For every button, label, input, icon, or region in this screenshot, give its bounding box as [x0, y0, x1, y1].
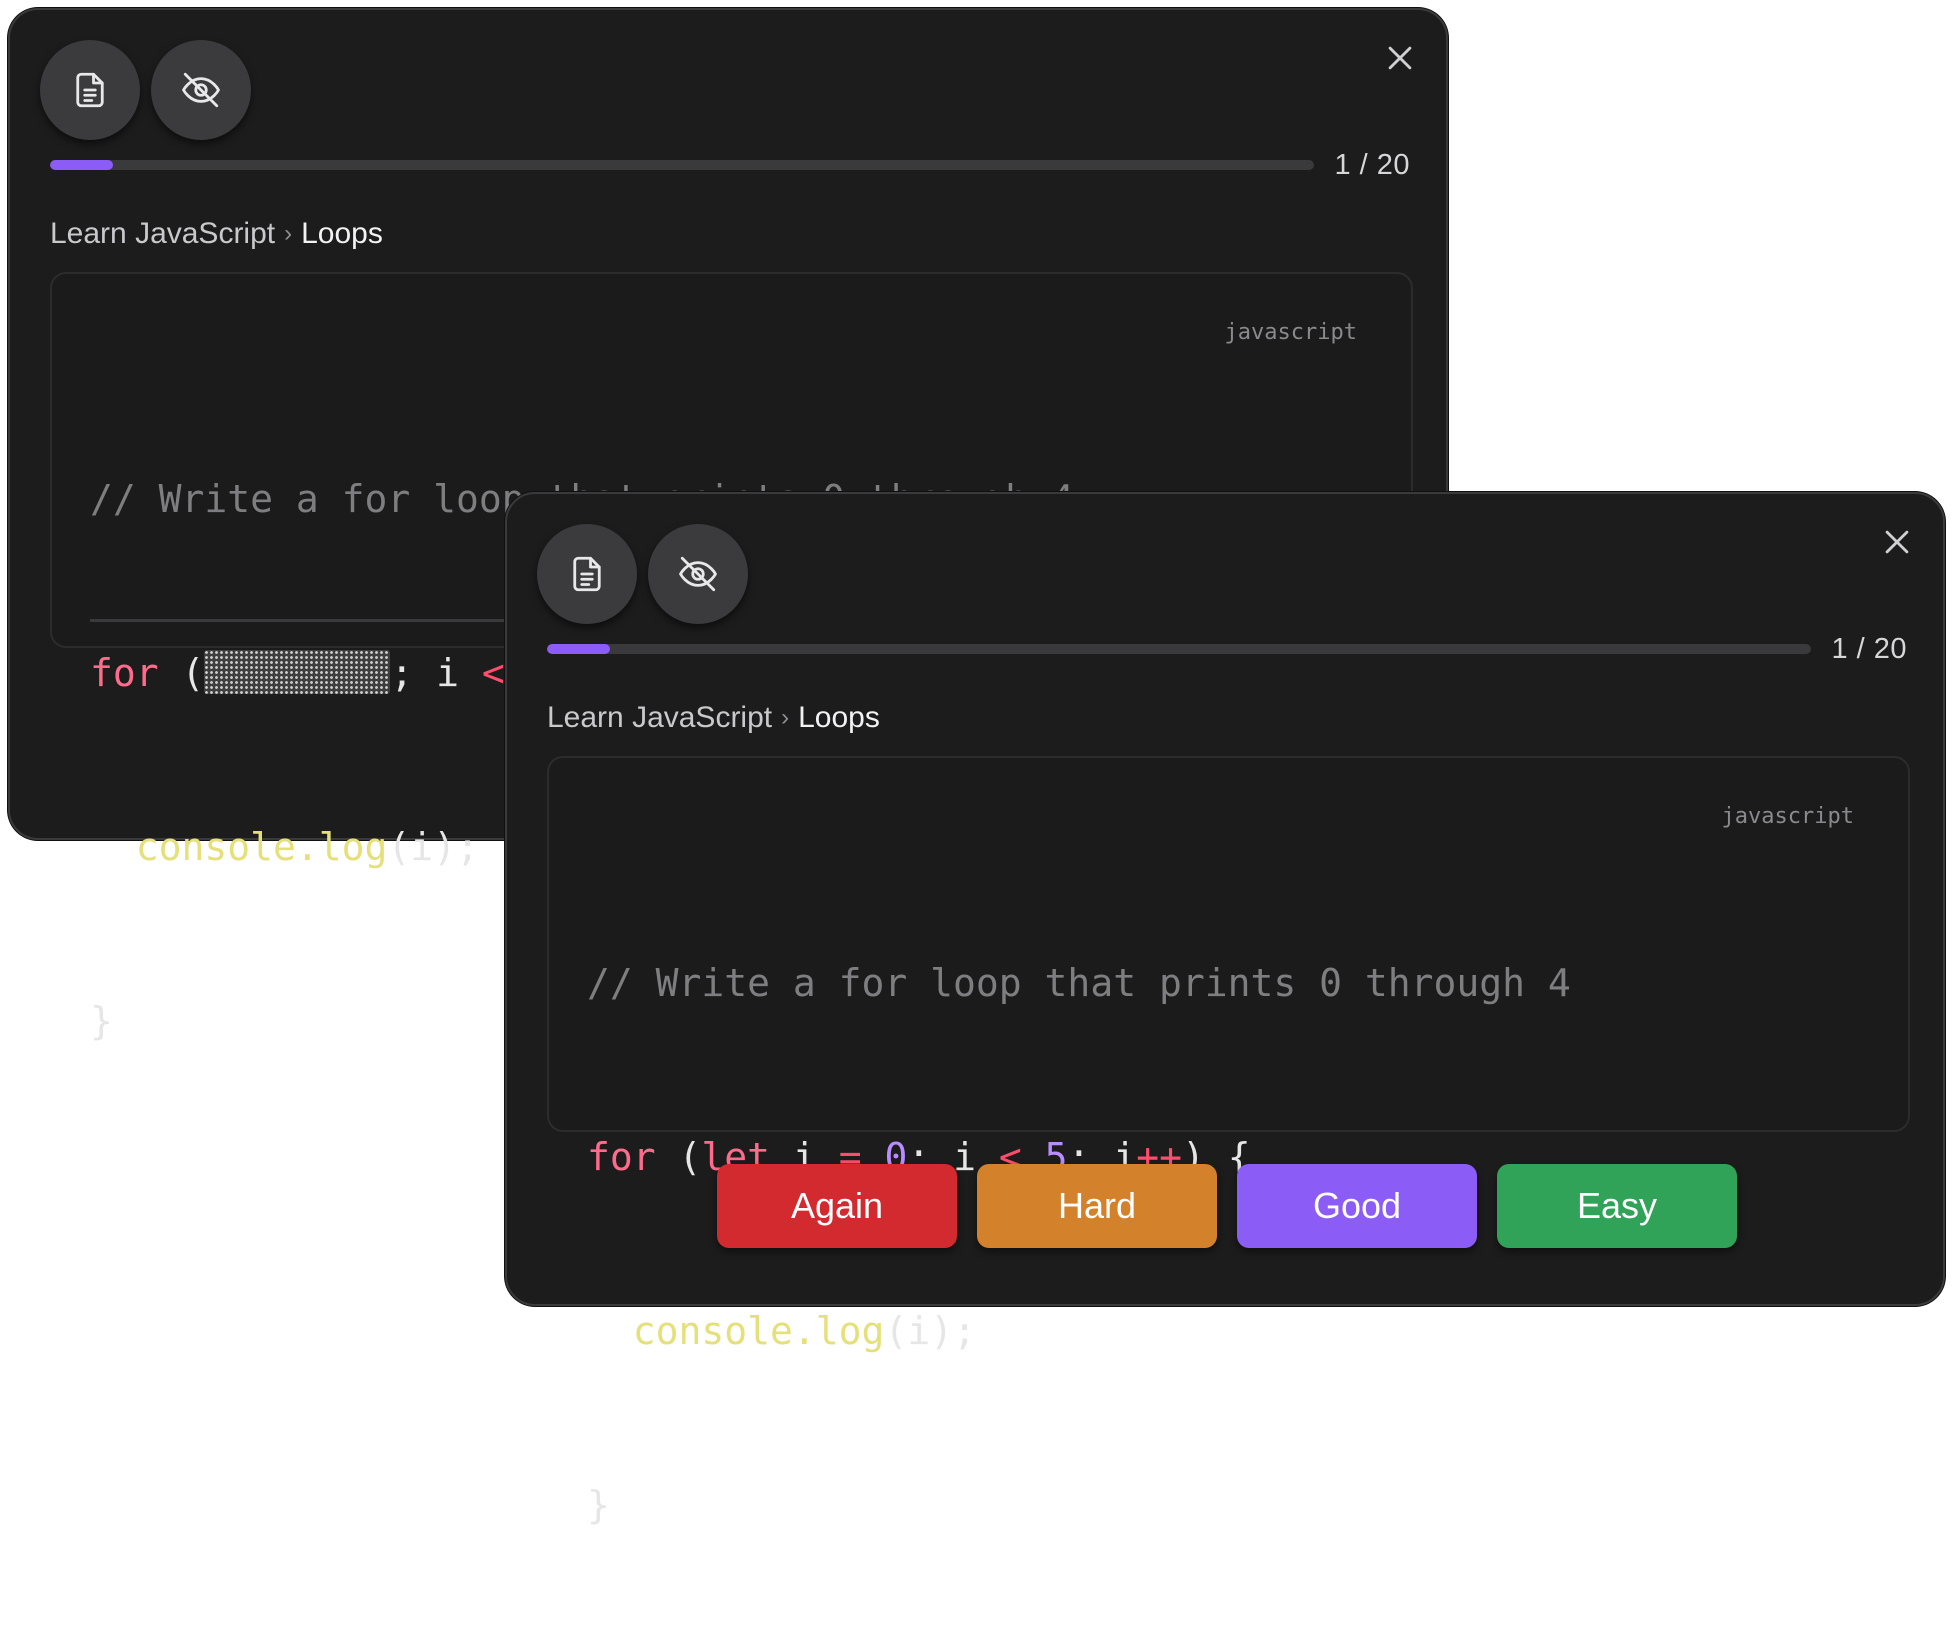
flashcard-answer-window: 1 / 20 Learn JavaScript › Loops javascript… — [505, 492, 1945, 1527]
breadcrumb: Learn JavaScript › Loops — [50, 216, 383, 254]
progress-bar — [547, 644, 1811, 654]
progress-counter: 1 / 20 — [1831, 633, 1907, 665]
notes-button[interactable] — [537, 524, 637, 624]
code-language-label: javascript — [1224, 320, 1357, 345]
cloze-hidden-answer[interactable] — [204, 650, 391, 694]
code-token: ; i — [390, 651, 482, 695]
notes-button[interactable] — [40, 40, 140, 140]
code-token: ( — [158, 651, 205, 695]
code-function: console.log — [135, 825, 388, 869]
good-button[interactable]: Good — [1237, 1164, 1477, 1248]
code-token: (i); — [884, 1309, 976, 1353]
progress-counter: 1 / 20 — [1334, 149, 1410, 181]
code-keyword: for — [90, 651, 159, 695]
breadcrumb: Learn JavaScript › Loops — [547, 700, 880, 738]
code-token: (i); — [387, 825, 479, 869]
close-icon — [1388, 46, 1412, 70]
document-icon — [76, 72, 104, 108]
hide-answer-button[interactable] — [648, 524, 748, 624]
hide-answer-button[interactable] — [151, 40, 251, 140]
code-function: console.log — [632, 1309, 885, 1353]
progress-bar-fill — [50, 160, 114, 170]
again-button[interactable]: Again — [717, 1164, 957, 1248]
breadcrumb-separator: › — [284, 220, 293, 247]
code-keyword: for — [587, 1135, 656, 1179]
close-button[interactable] — [1370, 28, 1430, 88]
code-operator: < — [481, 651, 505, 695]
code-comment-line: // Write a for loop that prints 0 throug… — [587, 961, 1571, 1005]
easy-button[interactable]: Easy — [1497, 1164, 1737, 1248]
hard-button[interactable]: Hard — [977, 1164, 1217, 1248]
breadcrumb-parent[interactable]: Learn JavaScript — [547, 701, 772, 734]
close-button[interactable] — [1867, 512, 1927, 572]
code-line: console.log(i); — [587, 1302, 1571, 1360]
breadcrumb-current: Loops — [798, 701, 880, 734]
progress-bar-fill — [547, 644, 611, 654]
code-language-label: javascript — [1721, 804, 1854, 829]
close-icon — [1885, 530, 1909, 554]
code-line: } — [587, 1483, 610, 1527]
document-icon — [573, 556, 601, 592]
breadcrumb-current: Loops — [301, 217, 383, 250]
eye-off-icon — [679, 556, 717, 592]
eye-off-icon — [182, 72, 220, 108]
breadcrumb-separator: › — [781, 704, 790, 731]
breadcrumb-parent[interactable]: Learn JavaScript — [50, 217, 275, 250]
code-block: javascript // Write a for loop that prin… — [547, 756, 1910, 1527]
code-token: ( — [655, 1135, 702, 1179]
grade-buttons: Again Hard Good Easy — [717, 1164, 1737, 1248]
progress-bar — [50, 160, 1314, 170]
